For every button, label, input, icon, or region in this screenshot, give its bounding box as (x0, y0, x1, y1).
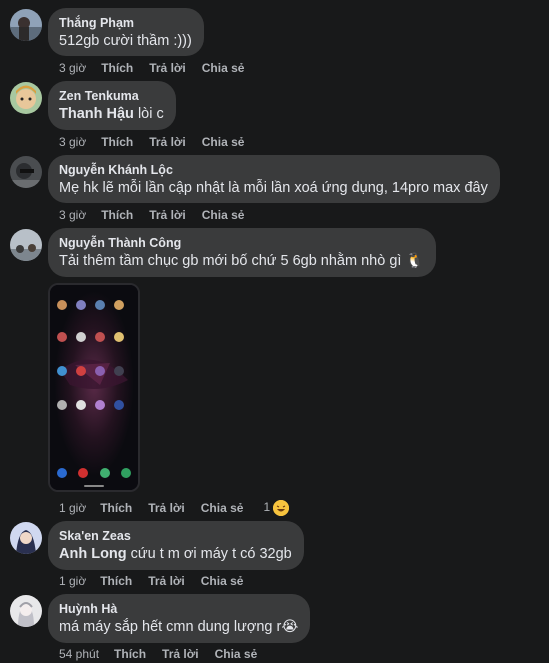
like-button[interactable]: Thích (100, 501, 132, 515)
share-button[interactable]: Chia sẻ (201, 574, 244, 588)
avatar[interactable] (10, 156, 42, 188)
comment-actions: 3 giờ Thích Trả lời Chia sẻ (59, 135, 244, 149)
avatar[interactable] (10, 595, 42, 627)
comment-bubble: Thắng Phạm 512gb cười thầm :))) (48, 8, 204, 56)
share-button[interactable]: Chia sẻ (202, 135, 245, 149)
comment-time[interactable]: 3 giờ (59, 135, 86, 149)
reaction-summary[interactable]: 1 (263, 500, 290, 516)
share-button[interactable]: Chia sẻ (215, 647, 258, 661)
comment-body: lòi c (133, 106, 164, 122)
share-button[interactable]: Chia sẻ (202, 208, 245, 222)
commenter-name[interactable]: Ska'en Zeas (59, 528, 292, 544)
comment-bubble: Ska'en Zeas Anh Long cứu t m ơi máy t có… (48, 521, 304, 570)
commenter-name[interactable]: Huỳnh Hà (59, 601, 298, 617)
reply-button[interactable]: Trả lời (149, 135, 186, 149)
reply-button[interactable]: Trả lời (162, 647, 199, 661)
share-button[interactable]: Chia sẻ (201, 501, 244, 515)
comment-bubble: Nguyễn Khánh Lộc Mẹ hk lẽ mỗi lần cập nh… (48, 155, 500, 203)
reply-button[interactable]: Trả lời (148, 501, 185, 515)
reaction-count: 1 (263, 500, 271, 515)
comment-bubble: Nguyễn Thành Công Tải thêm tầm chục gb m… (48, 228, 436, 277)
comment-text: Mẹ hk lẽ mỗi lần cập nhật là mỗi lần xoá… (59, 180, 488, 196)
avatar[interactable] (10, 82, 42, 114)
comment-text: Anh Long cứu t m ơi máy t có 32gb (59, 544, 292, 564)
comment-text: Thanh Hậu lòi c (59, 104, 164, 124)
comment-time[interactable]: 3 giờ (59, 208, 86, 222)
comment-time[interactable]: 1 giờ (59, 574, 86, 588)
comment-text: 512gb cười thầm :))) (59, 33, 192, 49)
comment-time[interactable]: 1 giờ (59, 501, 86, 515)
avatar[interactable] (10, 9, 42, 41)
comment-bubble: Huỳnh Hà má máy sắp hết cmn dung lượng r… (48, 594, 311, 643)
comment-time[interactable]: 3 giờ (59, 61, 86, 75)
comment-actions: 1 giờ Thích Trả lời Chia sẻ 1 (59, 500, 290, 516)
like-button[interactable]: Thích (101, 135, 133, 149)
mention-link[interactable]: Anh Long (59, 546, 127, 562)
avatar[interactable] (10, 522, 42, 554)
attached-image[interactable] (48, 283, 140, 492)
comment-time[interactable]: 54 phút (59, 647, 99, 661)
comment-actions: 1 giờ Thích Trả lời Chia sẻ (59, 574, 243, 588)
like-button[interactable]: Thích (101, 61, 133, 75)
mention-link[interactable]: Thanh Hậu (59, 106, 134, 122)
commenter-name[interactable]: Nguyễn Thành Công (59, 235, 424, 251)
comment-text: Tải thêm tầm chục gb mới bố chứ 5 6gb nh… (59, 253, 424, 269)
commenter-name[interactable]: Zen Tenkuma (59, 88, 164, 104)
share-button[interactable]: Chia sẻ (202, 61, 245, 75)
like-button[interactable]: Thích (100, 574, 132, 588)
like-button[interactable]: Thích (101, 208, 133, 222)
avatar[interactable] (10, 229, 42, 261)
like-button[interactable]: Thích (114, 647, 146, 661)
reply-button[interactable]: Trả lời (149, 208, 186, 222)
comment-bubble: Zen Tenkuma Thanh Hậu lòi c (48, 81, 176, 130)
commenter-name[interactable]: Thắng Phạm (59, 15, 192, 31)
reply-button[interactable]: Trả lời (148, 574, 185, 588)
haha-reaction-icon (273, 500, 290, 516)
comment-actions: 3 giờ Thích Trả lời Chia sẻ (59, 208, 244, 222)
comment-actions: 3 giờ Thích Trả lời Chia sẻ (59, 61, 244, 75)
commenter-name[interactable]: Nguyễn Khánh Lộc (59, 162, 488, 178)
comment-actions: 54 phút Thích Trả lời Chia sẻ (59, 647, 257, 661)
comment-body: cứu t m ơi máy t có 32gb (126, 546, 292, 562)
comment-text: má máy sắp hết cmn dung lượng r😭 (59, 619, 299, 635)
reply-button[interactable]: Trả lời (149, 61, 186, 75)
